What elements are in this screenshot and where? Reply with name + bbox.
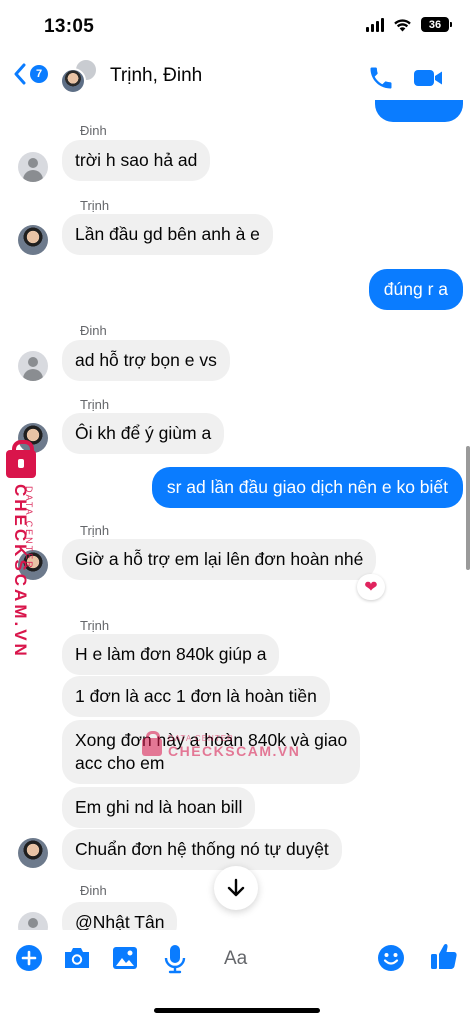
message-composer: Aa [0, 930, 473, 990]
watermark-logo: DATA CENTER CHECKSCAM.VN [4, 440, 58, 659]
unread-count-badge: 7 [30, 65, 48, 83]
phone-icon[interactable] [367, 64, 395, 92]
sender-name: Trịnh [80, 523, 110, 538]
message-bubble-outgoing [375, 100, 463, 122]
arrow-down-icon [227, 878, 245, 897]
watermark-center-title: CHECKSCAM.VN [168, 743, 301, 759]
conversation-title[interactable]: Trịnh, Đinh [110, 65, 202, 87]
home-indicator[interactable] [154, 1008, 320, 1013]
watermark-title: CHECKSCAM.VN [11, 484, 30, 659]
thumbs-up-icon[interactable] [429, 941, 459, 971]
message-bubble[interactable]: Ôi kh để ý giùm a [62, 413, 225, 454]
emoji-icon[interactable] [377, 944, 405, 972]
watermark-center-subtitle: DATA CENTER [168, 734, 234, 743]
sender-name: Đinh [80, 323, 107, 338]
chevron-left-icon [14, 63, 26, 85]
heart-reaction-icon[interactable]: ❤ [357, 574, 385, 600]
plus-circle-icon[interactable] [15, 944, 43, 972]
sender-name: Đinh [80, 123, 107, 138]
scrollbar[interactable] [466, 446, 470, 570]
avatar [60, 68, 86, 94]
message-bubble[interactable]: Em ghi nd là hoan bill [62, 787, 256, 828]
lock-icon [142, 730, 162, 756]
message-bubble[interactable]: 1 đơn là acc 1 đơn là hoàn tiền [62, 676, 330, 717]
back-button[interactable]: 7 [13, 63, 48, 85]
sender-name: Trịnh [80, 397, 110, 412]
message-bubble-outgoing[interactable]: sr ad lần đầu giao dịch nên e ko biết [151, 467, 463, 508]
message-bubble[interactable]: trời h sao hả ad [62, 140, 211, 181]
message-bubble[interactable]: Giờ a hỗ trợ em lại lên đơn hoàn nhé [62, 539, 377, 580]
lock-icon [6, 440, 36, 478]
sender-name: Trịnh [80, 618, 110, 633]
message-list[interactable]: Đinh trời h sao hả ad Trịnh Lần đầu gd b… [0, 100, 473, 943]
scroll-to-bottom-button[interactable] [214, 866, 258, 910]
message-input-placeholder: Aa [224, 948, 248, 969]
battery-icon: 36 [421, 17, 452, 32]
avatar[interactable] [18, 225, 48, 255]
status-bar: 13:05 36 [0, 0, 473, 50]
message-bubble[interactable]: Lần đầu gd bên anh à e [62, 214, 273, 255]
message-input[interactable]: Aa [216, 940, 366, 978]
video-call-icon[interactable] [412, 64, 444, 92]
message-bubble[interactable]: H e làm đơn 840k giúp a [62, 634, 280, 675]
message-bubble[interactable]: ad hỗ trợ bọn e vs [62, 340, 230, 381]
sender-name: Đinh [80, 883, 107, 898]
message-bubble-outgoing[interactable]: đúng r a [368, 269, 463, 310]
status-time: 13:05 [44, 16, 95, 37]
watermark-center: DATA CENTER CHECKSCAM.VN [142, 730, 301, 759]
avatar[interactable] [18, 351, 48, 381]
status-icons: 36 [366, 17, 452, 32]
avatar[interactable] [18, 838, 48, 868]
avatar[interactable] [18, 152, 48, 182]
signal-icon [366, 17, 384, 32]
gallery-icon[interactable] [111, 944, 139, 972]
message-bubble[interactable]: Chuẩn đơn hệ thống nó tự duyệt [62, 829, 342, 870]
sender-name: Trịnh [80, 198, 110, 213]
wifi-icon [394, 18, 411, 31]
camera-icon[interactable] [62, 944, 92, 972]
microphone-icon[interactable] [164, 944, 186, 974]
group-avatar[interactable] [58, 58, 100, 98]
